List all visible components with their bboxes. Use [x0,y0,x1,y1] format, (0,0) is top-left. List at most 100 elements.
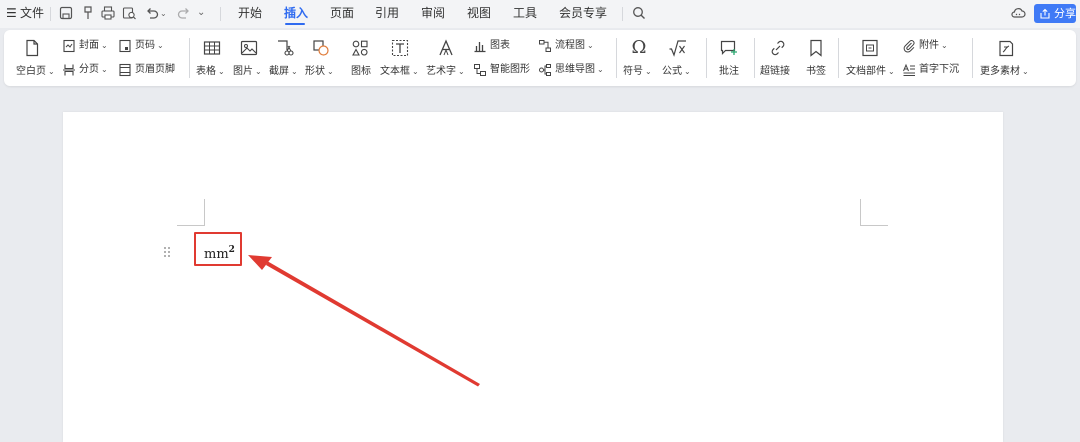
ribbon-toolbar: 空白页 ⌄ 封面 ⌄ 分页 ⌄ 页码 ⌄ 页眉页脚 表格 ⌄ 图片 ⌄ 截屏 ⌄… [4,30,1076,86]
cover-label: 封面 [79,40,99,51]
bookmark-label: 书签 [806,66,826,77]
shape-button[interactable]: 形状 ⌄ [303,34,339,82]
textbox-label: 文本框 [380,66,410,77]
save-icon[interactable] [58,5,74,21]
header-footer-button[interactable]: 页眉页脚 [118,61,180,79]
screenshot-button[interactable]: 截屏 ⌄ [267,34,303,82]
bookmark-icon [806,38,826,58]
comment-icon [719,38,739,58]
attachment-label: 附件 [919,40,939,51]
margin-corner-top-right [860,199,888,226]
wordart-label: 艺术字 [426,66,456,77]
paragraph-drag-handle-icon[interactable] [163,243,171,257]
chart-button[interactable]: 图表 [473,37,525,55]
picture-button[interactable]: 图片 ⌄ [231,34,267,82]
chart-icon [473,39,487,53]
cloud-icon[interactable] [1010,5,1026,21]
header-footer-icon [118,63,132,77]
menu-bar: ☰ 文件 ⌄ ⌄ 开始 插入 页面 引用 审阅 视图 工具 会员专享 分享 [0,0,1080,28]
icons-button[interactable]: 图标 [342,34,378,82]
tab-view[interactable]: 视图 [467,5,491,21]
drop-cap-button[interactable]: 首字下沉 [902,61,968,79]
undo-dropdown-icon[interactable]: ⌄ [160,7,167,21]
tab-member[interactable]: 会员专享 [559,5,607,21]
paperclip-icon [902,39,916,53]
hamburger-icon[interactable]: ☰ [6,6,17,20]
tab-review[interactable]: 审阅 [421,5,445,21]
chart-label: 图表 [490,40,510,51]
divider [220,7,221,21]
print-preview-icon[interactable] [121,5,137,21]
formula-label: 公式 [662,66,682,77]
highlight-box [194,232,242,266]
tab-page[interactable]: 页面 [330,5,354,21]
doc-parts-button[interactable]: 文档部件 ⌄ [844,34,896,82]
hyperlink-button[interactable]: 超链接 [758,34,798,82]
omega-icon: Ω [631,37,647,58]
divider [622,7,623,21]
document-page[interactable] [63,112,1003,442]
divider [189,38,190,78]
flowchart-icon [538,39,552,53]
smartart-label: 智能图形 [490,64,530,75]
divider [972,38,973,78]
textbox-button[interactable]: 文本框 ⌄ [378,34,422,82]
blank-page-button[interactable]: 空白页 ⌄ [12,34,55,82]
tab-home[interactable]: 开始 [238,5,262,21]
page-break-icon [62,63,76,77]
picture-label: 图片 [233,66,253,77]
format-painter-icon[interactable] [79,5,95,21]
flowchart-button[interactable]: 流程图 ⌄ [538,37,602,55]
attachment-button[interactable]: 附件 ⌄ [902,37,958,55]
icons-icon [350,38,370,58]
more-materials-label: 更多素材 [980,66,1020,77]
shape-label: 形状 [305,66,325,77]
screenshot-icon [275,38,295,58]
page-number-label: 页码 [135,40,155,51]
share-button[interactable]: 分享 [1034,4,1076,23]
print-icon[interactable] [100,5,116,21]
hyperlink-label: 超链接 [760,66,790,77]
comment-button[interactable]: 批注 [711,34,747,82]
wordart-button[interactable]: 艺术字 ⌄ [424,34,468,82]
search-icon[interactable] [631,5,647,21]
active-tab-indicator [285,23,305,25]
mindmap-icon [538,63,552,77]
smartart-icon [473,63,487,77]
more-quick-access-icon[interactable]: ⌄ [197,6,205,20]
margin-corner-top-left [177,199,205,226]
drop-cap-icon [902,63,916,77]
undo-icon[interactable] [144,5,160,21]
symbol-label: 符号 [623,66,643,77]
doc-parts-icon [860,38,880,58]
cover-icon [62,39,76,53]
textbox-icon [390,38,410,58]
share-icon [1039,7,1051,19]
cover-button[interactable]: 封面 ⌄ [62,37,114,55]
screenshot-label: 截屏 [269,66,289,77]
divider [754,38,755,78]
page-number-icon [118,39,132,53]
bookmark-button[interactable]: 书签 [798,34,834,82]
smartart-button[interactable]: 智能图形 [473,61,535,79]
file-menu[interactable]: 文件 [20,6,44,20]
tab-references[interactable]: 引用 [375,5,399,21]
page-number-button[interactable]: 页码 ⌄ [118,37,170,55]
tab-insert[interactable]: 插入 [284,5,308,21]
comment-label: 批注 [719,66,739,77]
page-break-label: 分页 [79,64,99,75]
mindmap-button[interactable]: 思维导图 ⌄ [538,61,608,79]
doc-parts-label: 文档部件 [846,66,886,77]
redo-icon[interactable] [176,5,192,21]
page-break-button[interactable]: 分页 ⌄ [62,61,114,79]
drop-cap-label: 首字下沉 [919,64,959,75]
tab-tools[interactable]: 工具 [513,5,537,21]
formula-button[interactable]: 公式 ⌄ [660,34,696,82]
icons-label: 图标 [351,66,371,77]
table-button[interactable]: 表格 ⌄ [194,34,230,82]
shape-icon [311,38,331,58]
more-materials-button[interactable]: 更多素材 ⌄ [976,34,1036,82]
divider [616,38,617,78]
formula-icon [668,38,688,58]
symbol-button[interactable]: Ω 符号 ⌄ [621,34,657,82]
